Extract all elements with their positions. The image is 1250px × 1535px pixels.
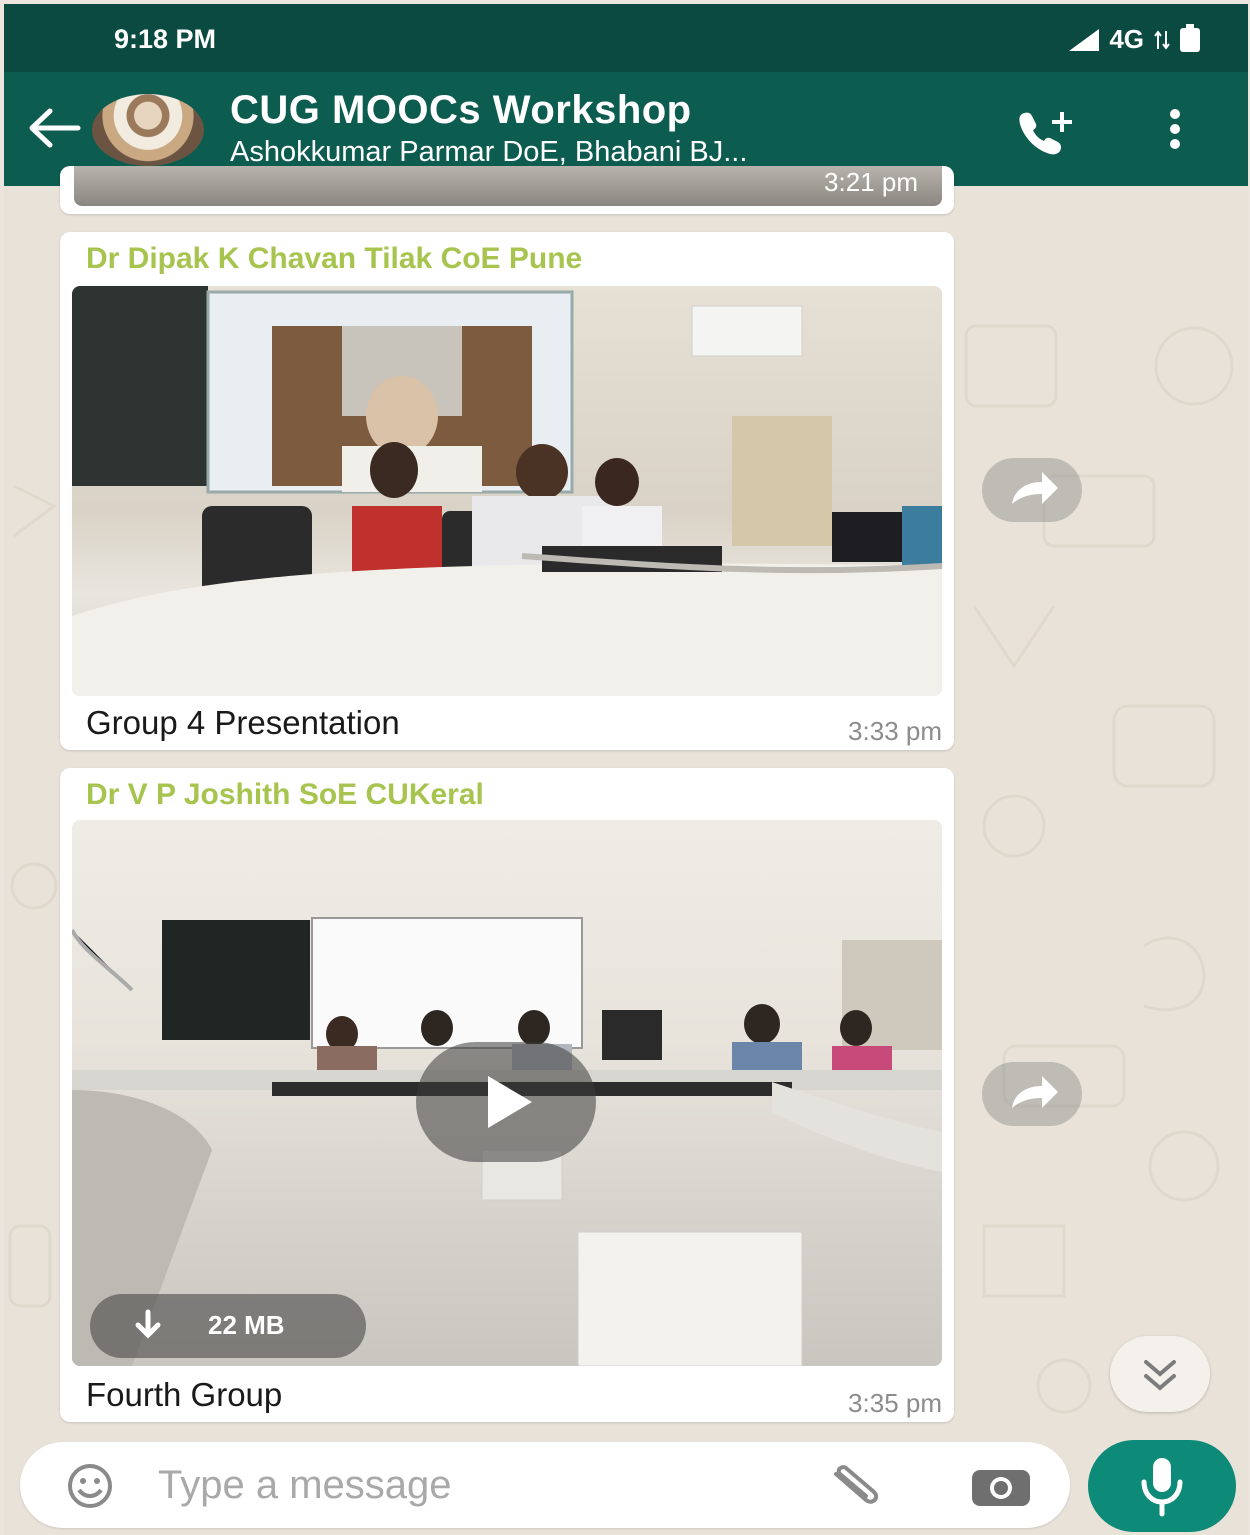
emoji-icon[interactable]	[56, 1462, 124, 1510]
message-composer	[20, 1442, 1070, 1528]
message-media-thumbnail[interactable]: 3:21 pm	[74, 166, 942, 206]
network-label: 4G	[1109, 24, 1144, 54]
message-input[interactable]	[158, 1456, 798, 1514]
status-time: 9:18 PM	[114, 24, 217, 54]
message-caption: Fourth Group	[86, 1376, 283, 1413]
message-bubble[interactable]: Dr V P Joshith SoE CUKeral 22 MB Fourth …	[60, 768, 954, 1422]
signal-icon	[1069, 28, 1100, 51]
video-size: 22 MB	[208, 1310, 285, 1340]
attach-icon[interactable]	[822, 1462, 892, 1512]
mic-icon[interactable]	[1088, 1440, 1236, 1532]
status-bar: 9:18 PM 4G	[4, 4, 1248, 72]
download-button[interactable]: 22 MB	[90, 1294, 366, 1358]
message-sender[interactable]: Dr V P Joshith SoE CUKeral	[86, 778, 484, 812]
group-avatar[interactable]	[92, 94, 204, 166]
message-bubble[interactable]: Dr Dipak K Chavan Tilak CoE Pune Group 4…	[60, 232, 954, 750]
message-bubble[interactable]: 3:21 pm	[60, 166, 954, 214]
message-caption: Group 4 Presentation	[86, 704, 400, 741]
battery-icon	[1180, 23, 1200, 52]
forward-icon[interactable]	[982, 1062, 1082, 1126]
add-call-icon[interactable]	[1014, 108, 1078, 156]
message-video[interactable]: 22 MB	[72, 820, 942, 1366]
message-time: 3:33 pm	[848, 716, 942, 746]
more-menu-icon[interactable]	[1164, 106, 1186, 154]
camera-icon[interactable]	[968, 1464, 1034, 1510]
scroll-down-icon[interactable]	[1110, 1336, 1210, 1412]
back-arrow-icon[interactable]	[26, 106, 82, 150]
chat-participants[interactable]: Ashokkumar Parmar DoE, Bhabani BJ...	[230, 136, 960, 169]
message-photo[interactable]	[72, 286, 942, 696]
status-icons: 4G	[1069, 23, 1200, 55]
message-list: 3:21 pm Dr Dipak K Chavan Tilak CoE Pune	[4, 166, 1248, 1446]
data-arrows-icon	[1154, 29, 1170, 50]
forward-icon[interactable]	[982, 458, 1082, 522]
chat-screen: 9:18 PM 4G CUG MOOCs Workshop Ashokkumar…	[4, 4, 1248, 1535]
play-icon[interactable]	[416, 1042, 596, 1162]
message-time: 3:35 pm	[848, 1388, 942, 1418]
chat-title[interactable]: CUG MOOCs Workshop	[230, 88, 692, 133]
classroom-photo	[72, 286, 942, 696]
download-icon	[135, 1309, 161, 1339]
message-time: 3:21 pm	[824, 167, 918, 197]
message-sender[interactable]: Dr Dipak K Chavan Tilak CoE Pune	[86, 242, 582, 276]
